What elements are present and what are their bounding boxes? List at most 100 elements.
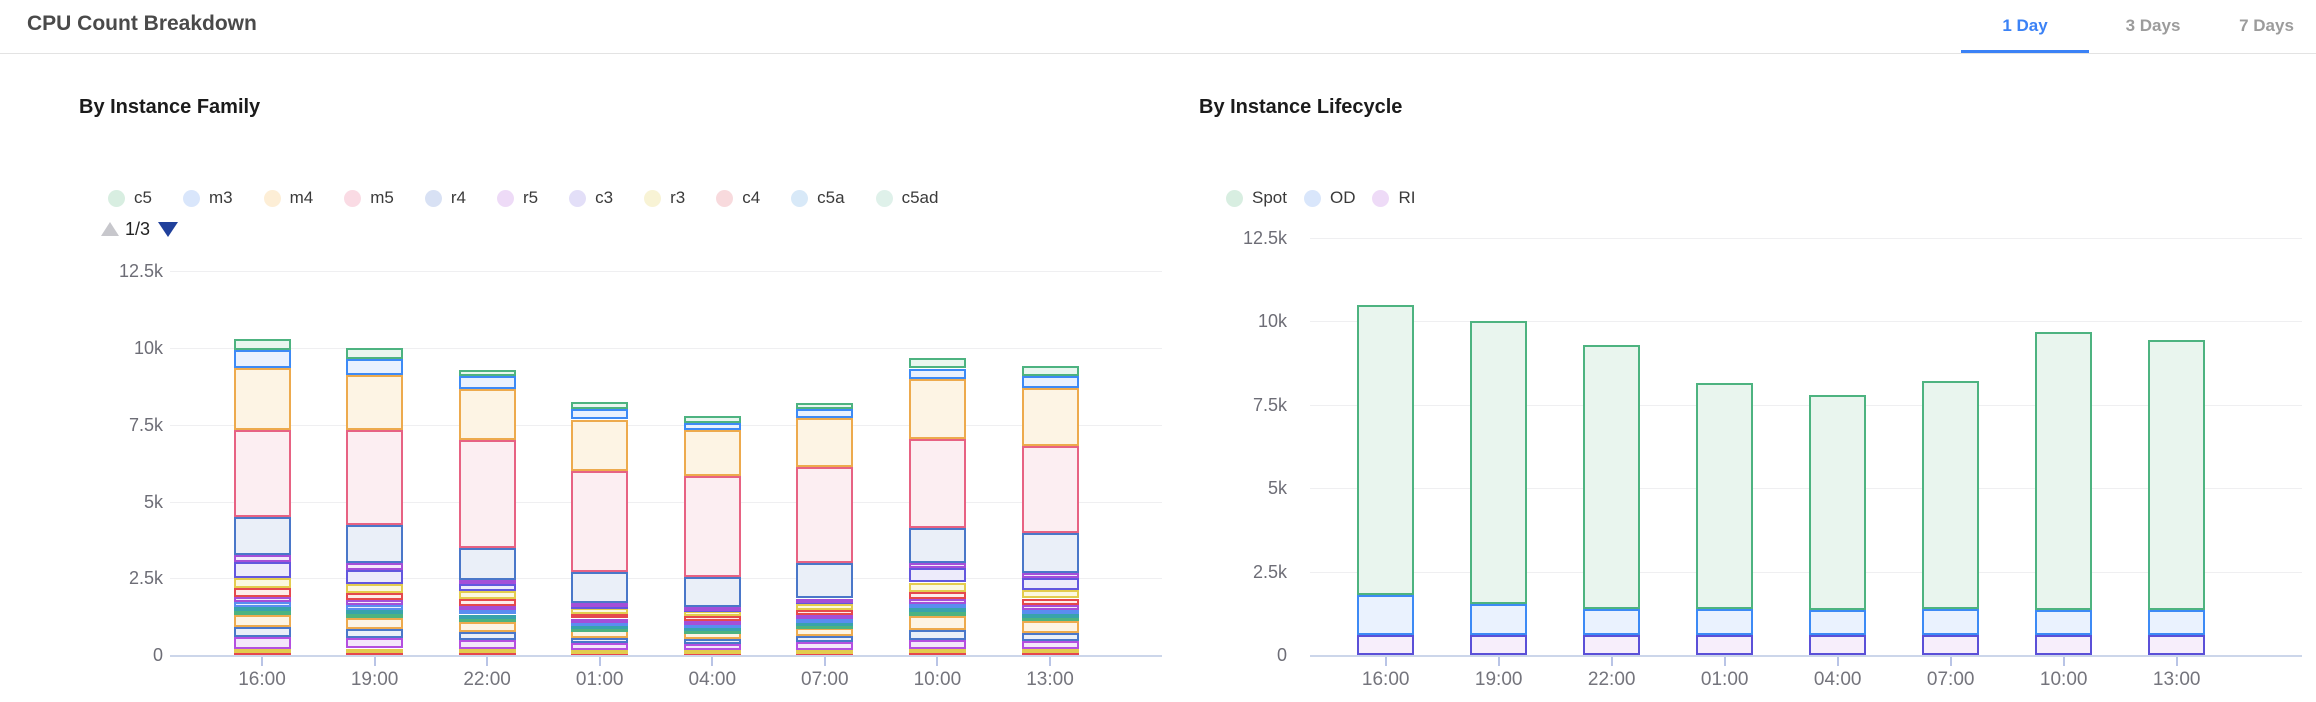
bar-segment[interactable] [796, 636, 853, 642]
bar-segment[interactable] [1022, 649, 1079, 653]
bar-segment[interactable] [909, 640, 966, 649]
bar-segment[interactable] [459, 610, 516, 614]
bar-segment[interactable] [346, 359, 403, 375]
bar-segment[interactable] [796, 615, 853, 619]
bar-segment[interactable] [2148, 610, 2205, 635]
bar-segment[interactable] [1809, 635, 1866, 655]
bar-segment[interactable] [346, 614, 403, 618]
bar-segment[interactable] [346, 563, 403, 570]
bar-segment[interactable] [909, 439, 966, 529]
bar-segment[interactable] [796, 610, 853, 615]
bar-segment[interactable] [346, 375, 403, 430]
bar-segment[interactable] [234, 597, 291, 602]
bar-segment[interactable] [684, 577, 741, 607]
bar-segment[interactable] [1022, 621, 1079, 633]
bar-segment[interactable] [346, 600, 403, 605]
bar-segment[interactable] [234, 588, 291, 596]
bar-segment[interactable] [346, 649, 403, 653]
bar-segment[interactable] [459, 580, 516, 584]
bar-segment[interactable] [684, 644, 741, 650]
bar-segment[interactable] [234, 602, 291, 607]
bar-segment[interactable] [796, 628, 853, 636]
bar-segment[interactable] [571, 420, 628, 471]
bar-segment[interactable] [571, 638, 628, 644]
bar-segment[interactable] [346, 629, 403, 638]
bar-segment[interactable] [909, 612, 966, 616]
bar-segment[interactable] [796, 563, 853, 598]
bar-segment[interactable] [571, 603, 628, 607]
bar-segment[interactable] [1022, 641, 1079, 650]
bar-segment[interactable] [909, 608, 966, 612]
bar-segment[interactable] [234, 555, 291, 562]
bar-segment[interactable] [1022, 533, 1079, 573]
bar-segment[interactable] [571, 402, 628, 409]
bar-segment[interactable] [346, 348, 403, 359]
bar-segment[interactable] [1809, 395, 1866, 610]
bar-segment[interactable] [234, 607, 291, 611]
bar-segment[interactable] [1922, 609, 1979, 636]
bar-segment[interactable] [796, 619, 853, 623]
bar-segment[interactable] [459, 640, 516, 649]
bar-segment[interactable] [346, 638, 403, 649]
bar-segment[interactable] [1583, 609, 1640, 635]
bar-segment[interactable] [1022, 366, 1079, 376]
bar-segment[interactable] [459, 591, 516, 599]
bar-segment[interactable] [459, 389, 516, 441]
bar-segment[interactable] [234, 637, 291, 649]
bar-segment[interactable] [1470, 635, 1527, 655]
bar-segment[interactable] [1022, 578, 1079, 590]
bar-segment[interactable] [1470, 321, 1527, 603]
bar-segment[interactable] [909, 379, 966, 438]
bar-segment[interactable] [1470, 604, 1527, 636]
bar-segment[interactable] [234, 615, 291, 627]
bar-segment[interactable] [234, 649, 291, 653]
bar-segment[interactable] [571, 614, 628, 619]
bar-segment[interactable] [684, 621, 741, 625]
bar-segment[interactable] [571, 643, 628, 650]
bar-segment[interactable] [909, 563, 966, 568]
bar-segment[interactable] [684, 650, 741, 654]
bar-segment[interactable] [571, 409, 628, 419]
bar-segment[interactable] [1696, 635, 1753, 655]
bar-segment[interactable] [1583, 345, 1640, 610]
bar-segment[interactable] [234, 430, 291, 517]
bar-segment[interactable] [459, 584, 516, 591]
bar-segment[interactable] [684, 476, 741, 578]
bar-segment[interactable] [1022, 614, 1079, 618]
bar-segment[interactable] [796, 599, 853, 603]
bar-segment[interactable] [1922, 381, 1979, 609]
bar-segment[interactable] [459, 440, 516, 548]
bar-segment[interactable] [1809, 610, 1866, 635]
bar-segment[interactable] [1022, 573, 1079, 577]
bar-segment[interactable] [459, 615, 516, 619]
bar-segment[interactable] [909, 599, 966, 604]
bar-segment[interactable] [346, 618, 403, 630]
bar-segment[interactable] [796, 467, 853, 563]
bar-segment[interactable] [796, 650, 853, 654]
bar-segment[interactable] [346, 584, 403, 593]
bar-segment[interactable] [346, 525, 403, 563]
bar-segment[interactable] [571, 572, 628, 604]
bar-segment[interactable] [459, 606, 516, 611]
bar-segment[interactable] [2148, 635, 2205, 655]
bar-segment[interactable] [234, 517, 291, 555]
bar-segment[interactable] [909, 358, 966, 369]
bar-segment[interactable] [909, 630, 966, 640]
bar-segment[interactable] [1022, 590, 1079, 599]
bar-segment[interactable] [1022, 388, 1079, 446]
bar-segment[interactable] [459, 376, 516, 389]
bar-segment[interactable] [1022, 610, 1079, 614]
bar-segment[interactable] [796, 604, 853, 610]
bar-segment[interactable] [234, 339, 291, 350]
bar-segment[interactable] [684, 607, 741, 611]
bar-segment[interactable] [1022, 633, 1079, 641]
bar-segment[interactable] [234, 350, 291, 368]
bar-segment[interactable] [1357, 305, 1414, 595]
bar-segment[interactable] [684, 416, 741, 423]
bar-segment[interactable] [1022, 599, 1079, 606]
bar-segment[interactable] [684, 423, 741, 429]
bar-segment[interactable] [909, 369, 966, 380]
bar-segment[interactable] [1022, 446, 1079, 534]
bar-segment[interactable] [796, 642, 853, 649]
bar-segment[interactable] [234, 611, 291, 615]
